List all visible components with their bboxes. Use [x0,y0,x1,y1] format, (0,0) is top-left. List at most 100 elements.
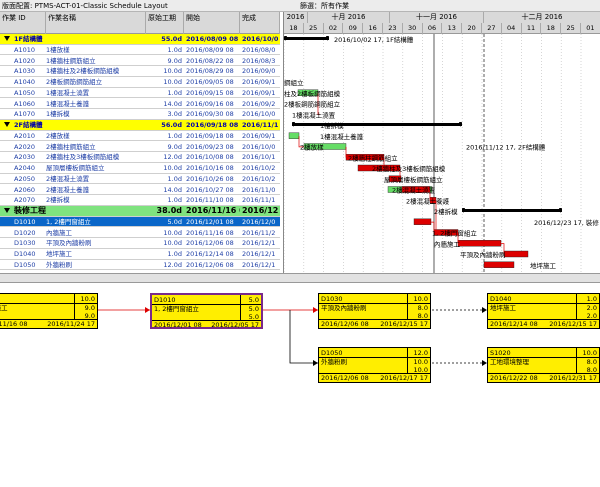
node-divider [488,319,599,320]
activity-row[interactable]: A2050 2樓混凝土澆置 1.0d 2016/10/26 08 2016/10/2 [0,174,280,185]
activity-row[interactable]: A2040 屋頂層樓板鋼筋組立 10.0d 2016/10/16 08 2016/10/… [0,163,280,174]
activity-row[interactable]: A1020 1樓牆柱鋼筋組立 9.0d 2016/08/22 08 2016/08/3 [0,56,280,67]
node-divider [576,294,577,319]
node-activity-id: D1030 [321,295,343,303]
activity-row[interactable]: A1070 1樓拆模 3.0d 2016/09/30 08 2016/10/0 [0,109,280,120]
timescale-week: 04 [502,23,522,34]
cell-activity-id: A1070 [14,110,35,119]
activity-row[interactable]: D1040 地坪施工 1.0d 2016/12/14 08 2016/12/1 [0,249,280,260]
network-activity-box[interactable]: S1020 工地環境整理 2016/12/22 08 2016/12/31 17 10.… [487,347,600,383]
cell-activity-id: A1050 [14,88,35,97]
cell-start: 2016/11/16 08 [186,206,240,215]
activity-row[interactable]: D1020 內牆施工 10.0d 2016/11/16 08 2016/11/2 [0,228,280,239]
node-finish: 2016/12/15 17 [380,320,428,328]
timescale-week: 23 [383,23,403,34]
gantt-canvas: 2016/10/02 17, 1F結構體鋼組立柱及2樓板鋼筋組模 2樓板鋼筋鋼筋組… [284,34,600,273]
pane-splitter[interactable] [0,273,600,283]
activity-row[interactable]: A2070 2樓拆模 1.0d 2016/11/10 08 2016/11/1 [0,195,280,206]
node-divider [152,304,261,305]
network-activity-box[interactable]: D1050 外牆粉刷 2016/12/06 08 2016/12/17 17 12.0 1… [318,347,431,383]
column-header-finish[interactable]: 完成 [240,12,280,34]
activity-row[interactable]: A1030 1樓牆柱及2樓板鋼筋組模 10.0d 2016/08/29 08 2016/… [0,66,280,77]
cell-finish: 2016/10/2 [242,164,276,172]
cell-activity-id: A1030 [14,67,35,76]
timescale-week: 11 [522,23,542,34]
network-activity-box[interactable]: 20牆施工16/11/16 082016/11/24 1710.09.09.0 [0,293,98,329]
activity-bar [503,250,529,258]
node-duration: 9.0 [84,304,95,312]
layout-label[interactable]: 版面配置: PTMS-ACT-01-Classic Schedule Layou… [2,1,168,11]
timescale-month: 十二月 2016 [484,12,600,23]
node-divider [319,303,430,304]
cell-duration: 5.0d [167,217,182,226]
column-header-name[interactable]: 作業名稱 [46,12,146,34]
node-start: 2016/12/06 08 [321,320,369,328]
cell-start: 2016/11/10 08 [186,196,234,205]
activity-row[interactable]: D1050 外牆粉刷 12.0d 2016/12/06 08 2016/12/1 [0,260,280,271]
node-duration: 8.0 [417,304,428,312]
activity-row[interactable]: A2020 2樓牆柱鋼筋組立 9.0d 2016/09/23 08 2016/10/0 [0,142,280,153]
activity-row[interactable]: A2010 2樓放樣 1.0d 2016/09/18 08 2016/09/1 [0,131,280,142]
bar-label: 2樓牆柱鋼筋組立 [348,153,398,162]
timescale-week: 02 [324,23,344,34]
cell-duration: 1.0d [167,131,182,140]
node-duration: 10.0 [582,349,597,357]
column-header-start[interactable]: 開始 [184,12,240,34]
cell-start: 2016/09/15 08 [186,88,234,97]
column-header-duration[interactable]: 原始工期 [146,12,184,34]
activity-row[interactable]: A2060 2樓混凝土養護 14.0d 2016/10/27 08 2016/11/0 [0,185,280,196]
gantt-chart: 2016 十月 2016 十一月 2016 十二月 2016 18 25 02 09 16 23 3… [283,12,600,273]
bar-label: 平頂及內牆粉刷 [460,250,506,259]
timescale-week: 18 [284,23,304,34]
wbs-group-row[interactable]: 裝修工程 38.0d 2016/11/16 082016/12/2 [0,206,280,217]
cell-duration: 12.0d [163,153,182,162]
cell-duration: 3.0d [167,110,182,119]
cell-duration: 55.0d [161,35,182,43]
activity-row[interactable]: A1050 1樓混凝土澆置 1.0d 2016/09/15 08 2016/09/1 [0,88,280,99]
cell-start: 2016/10/08 08 [186,153,234,162]
cell-finish: 2016/11/1 [242,121,278,129]
activity-row[interactable]: A2030 2樓牆柱及3樓板鋼筋組模 12.0d 2016/10/08 08 2016/… [0,152,280,163]
timescale-week: 27 [482,23,502,34]
wbs-group-row[interactable]: 2F結構體 56.0d 2016/09/18 08 2016/11/1 [0,120,280,131]
cell-activity-name: 2樓混凝土澆置 [46,174,90,183]
bar-label: 屋頂層樓板鋼筋組立 [384,175,443,184]
node-duration: 1.0 [586,295,597,303]
activity-row[interactable]: A1010 1樓放樣 1.0d 2016/08/09 08 2016/08/0 [0,45,280,56]
cell-wbs-name: 2F結構體 [14,121,43,129]
activity-row[interactable]: D1010 1, 2樓門窗組立 5.0d 2016/12/01 08 2016/12/0 [0,216,280,228]
network-activity-box[interactable]: D1040 地坪施工 2016/12/14 08 2016/12/15 17 1.0 2.… [487,293,600,329]
activity-table: 作業 ID 作業名稱 原始工期 開始 完成 1F結構體 55.0d 2016/08/… [0,12,280,273]
cell-activity-id: A1020 [14,56,35,65]
node-start: 2016/12/14 08 [490,320,538,328]
timescale-week: 16 [363,23,383,34]
network-activity-box[interactable]: D1030 平頂及內牆粉刷 2016/12/06 08 2016/12/15 17 10… [318,293,431,329]
activity-row[interactable]: A1060 1樓混凝土養護 14.0d 2016/09/16 08 2016/09/2 [0,99,280,110]
cell-activity-name: 2樓牆柱鋼筋組立 [46,142,96,151]
cell-start: 2016/08/22 08 [186,56,234,65]
column-header-id[interactable]: 作業 ID [0,12,46,34]
wbs-group-row[interactable]: 1F結構體 55.0d 2016/08/09 08 2016/10/0 [0,34,280,45]
cell-duration: 10.0d [163,67,182,76]
filter-label[interactable]: 篩選：所有作業 [300,1,349,11]
cell-activity-name: 1樓放樣 [46,45,70,54]
activity-row[interactable]: A1040 2樓板鋼筋鋼筋組立 10.0d 2016/09/05 08 2016/09/… [0,77,280,88]
node-activity-name: 工地環境整理 [490,358,529,366]
cell-activity-name: 外牆粉刷 [46,260,72,269]
relationship-link [289,310,318,364]
cell-wbs-name: 1F結構體 [14,35,43,43]
activity-row[interactable]: D1030 平頂及內牆粉刷 10.0d 2016/12/06 08 2016/12/1 [0,238,280,249]
cell-finish: 2016/10/1 [242,153,276,162]
bar-label: 柱及2樓板鋼筋組模 [284,89,341,98]
node-activity-id: D1040 [490,295,512,303]
bar-label: 2樓拆模 [434,207,458,216]
network-activity-box[interactable]: D1010 1, 2樓門窗組立 2016/12/01 08 2016/12/05 17… [150,293,263,329]
cell-activity-name: 平頂及內牆粉刷 [46,239,92,248]
collapse-triangle-icon[interactable] [4,36,10,41]
collapse-triangle-icon[interactable] [4,208,10,213]
collapse-triangle-icon[interactable] [4,122,10,127]
cell-start: 2016/11/16 08 [186,228,234,237]
cell-finish: 2016/10/2 [242,174,276,183]
bar-label: 1, 2樓門窗組立 [432,229,477,238]
cell-finish: 2016/12/1 [242,250,276,258]
